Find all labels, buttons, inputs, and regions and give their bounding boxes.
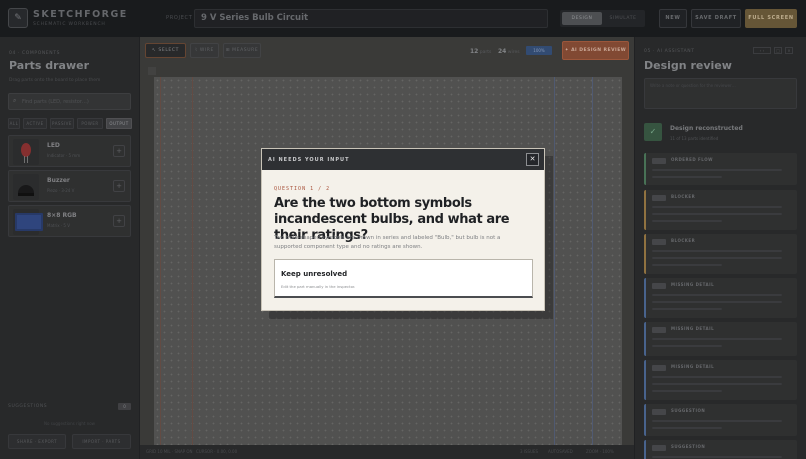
keep-unresolved-option[interactable]: Keep unresolved Edit the part manually i… [274,259,533,298]
dialog-header-label: AI NEEDS YOUR INPUT [268,157,350,163]
question-description: Two bulb-shaped symbols are drawn in ser… [274,235,501,250]
option-title: Keep unresolved [281,270,348,278]
close-icon[interactable]: ✕ [526,153,539,166]
option-subtitle: Edit the part manually in the inspector. [281,284,356,289]
ai-question-dialog: AI NEEDS YOUR INPUT ✕ QUESTION 1 / 2 Are… [261,148,545,311]
question-counter: QUESTION 1 / 2 [274,186,331,192]
dialog-header: AI NEEDS YOUR INPUT ✕ [262,149,544,170]
